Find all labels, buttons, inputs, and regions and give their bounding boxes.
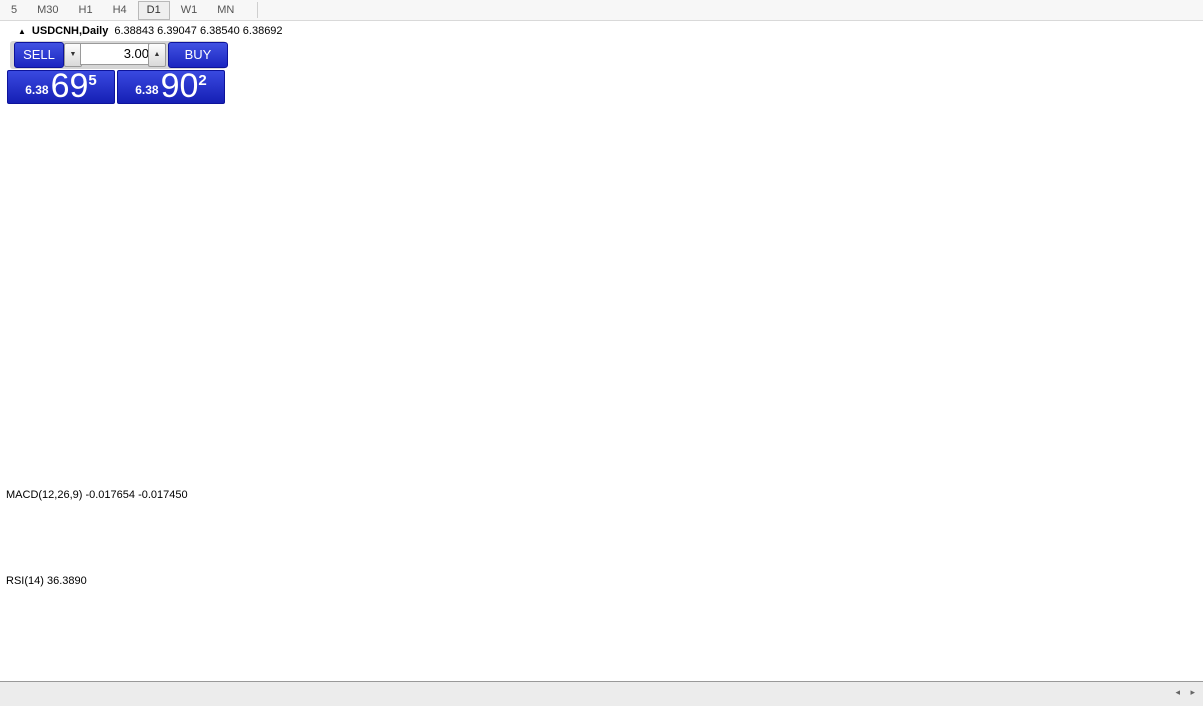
timeframe-button-w1[interactable]: W1	[172, 1, 207, 20]
tab-scroll-arrows[interactable]: ◂ ▸	[1175, 687, 1199, 698]
macd-indicator-label: MACD(12,26,9) -0.017654 -0.017450	[6, 489, 188, 501]
buy-button[interactable]: BUY	[168, 42, 228, 68]
symbol-tab-bar: ◂ ▸	[0, 681, 1203, 706]
collapse-trade-panel-icon[interactable]: ▲	[18, 27, 26, 36]
buy-price-button[interactable]: 6.38 90 2	[117, 67, 225, 105]
sell-price-prefix: 6.38	[25, 83, 49, 97]
timeframe-button-d1[interactable]: D1	[137, 0, 170, 20]
sell-price-pip: 5	[88, 72, 97, 89]
timeframe-button-mn[interactable]: MN	[208, 1, 243, 20]
timeframe-button-m30[interactable]: M30	[28, 1, 67, 20]
timeframe-button-h1[interactable]: H1	[70, 1, 102, 20]
buy-price-big: 90	[160, 67, 199, 105]
rsi-indicator-label: RSI(14) 36.3890	[6, 575, 87, 587]
toolbar-separator	[257, 2, 259, 18]
volume-increase-button[interactable]: ▲	[148, 43, 166, 67]
chart-ohlc-values: 6.38843 6.39047 6.38540 6.38692	[114, 25, 283, 37]
chart-title: ▲ USDCNH,Daily 6.38843 6.39047 6.38540 6…	[18, 25, 283, 37]
sell-button[interactable]: SELL	[14, 42, 64, 68]
sell-price-big: 69	[50, 67, 89, 105]
chart-symbol-label: USDCNH,Daily	[31, 25, 109, 37]
timeframe-button-h4[interactable]: H4	[104, 1, 136, 20]
timeframe-toolbar: 5 M30 H1 H4 D1 W1 MN	[0, 0, 1203, 21]
timeframe-button-5[interactable]: 5	[2, 1, 26, 20]
volume-input[interactable]: 3.00	[80, 43, 156, 65]
buy-price-prefix: 6.38	[135, 83, 159, 97]
buy-price-pip: 2	[198, 72, 207, 89]
one-click-trade-panel: SELL ▼ 3.00 ▲ BUY 6.38 69 5 6.38 90 2	[6, 40, 228, 106]
sell-price-button[interactable]: 6.38 69 5	[7, 67, 115, 105]
trading-terminal-window: 5 M30 H1 H4 D1 W1 MN ▲ USDCNH,Daily 6.38843 6.…	[0, 0, 1203, 706]
